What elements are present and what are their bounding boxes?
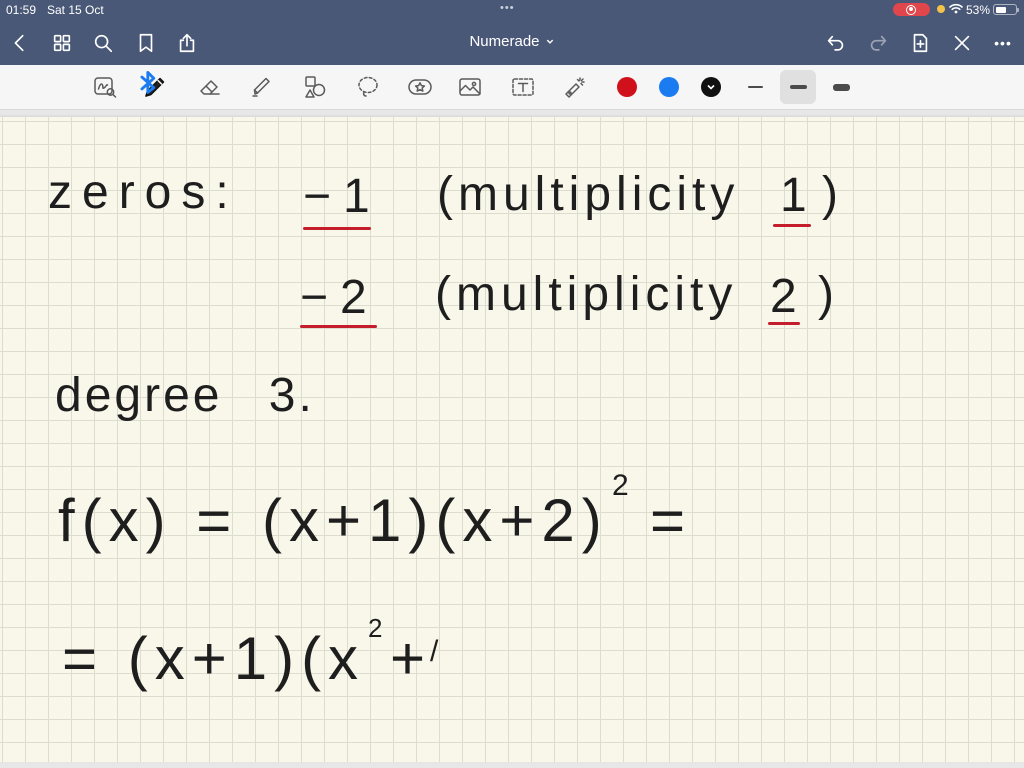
laser-pointer-tool[interactable] <box>558 70 592 104</box>
back-button[interactable] <box>5 28 35 58</box>
image-tool[interactable] <box>453 70 487 104</box>
stroke-thick-icon <box>832 83 850 91</box>
tool-bar <box>0 65 1024 110</box>
add-page-icon <box>913 33 928 53</box>
highlighter-tool[interactable] <box>245 70 279 104</box>
lasso-icon <box>358 76 378 97</box>
degree-text: degree 3. <box>55 369 315 422</box>
stroke-width-thick[interactable] <box>823 70 859 104</box>
bluetooth-icon <box>140 70 156 94</box>
redo-icon <box>870 35 887 51</box>
text-tool[interactable] <box>506 70 540 104</box>
status-date: Sat 15 Oct <box>47 3 104 17</box>
plus-sign: + <box>390 625 426 692</box>
red-underline <box>303 227 371 230</box>
red-underline <box>768 322 800 325</box>
multiplicity-value: 1 <box>780 169 807 222</box>
laser-pointer-icon <box>565 77 585 98</box>
red-underline <box>773 224 811 227</box>
status-time: 01:59 <box>6 3 37 17</box>
stroke-medium-icon <box>789 85 807 89</box>
expansion-expression: = (x+1)(x <box>62 625 366 692</box>
stroke-width-thin[interactable] <box>737 70 773 104</box>
multiplicity-label: (multiplicity <box>437 168 740 221</box>
exponent: 2 <box>368 613 383 643</box>
elements-icon <box>408 79 432 95</box>
zeros-label: zeros: <box>48 166 239 219</box>
screen-recording-indicator[interactable] <box>893 3 930 16</box>
closing-paren: ) <box>822 168 838 221</box>
share-button[interactable] <box>172 28 202 58</box>
search-button[interactable] <box>88 28 118 58</box>
battery-percent: 53% <box>966 3 991 17</box>
closing-paren: ) <box>818 268 834 321</box>
wifi-icon <box>949 3 963 14</box>
back-icon <box>14 34 24 52</box>
selected-check-icon <box>707 84 715 90</box>
color-blue-swatch[interactable] <box>659 77 679 97</box>
top-bar: 01:59 Sat 15 Oct ••• 53% Numerade ••• <box>0 0 1024 65</box>
close-toolbar-button[interactable] <box>947 28 977 58</box>
record-icon <box>906 4 916 15</box>
multitasking-dots[interactable]: ••• <box>500 2 515 14</box>
zoom-window-icon <box>94 77 117 98</box>
battery-fill <box>995 6 1006 13</box>
partial-stroke: / <box>430 635 439 668</box>
more-button[interactable]: ••• <box>988 28 1018 58</box>
document-title-dropdown[interactable]: Numerade <box>469 33 554 50</box>
shapes-icon <box>305 76 326 98</box>
zoom-window-tool[interactable] <box>88 70 122 104</box>
status-bar: 01:59 Sat 15 Oct ••• 53% <box>0 0 1024 18</box>
zero-value: −2 <box>300 271 379 324</box>
share-icon <box>179 33 195 53</box>
image-icon <box>459 78 481 96</box>
multiplicity-label: (multiplicity <box>435 268 738 321</box>
shapes-tool[interactable] <box>298 70 332 104</box>
chevron-down-icon <box>546 39 554 44</box>
undo-button[interactable] <box>821 28 851 58</box>
thumbnails-button[interactable] <box>47 28 77 58</box>
text-icon <box>512 78 534 96</box>
battery-icon <box>993 4 1019 15</box>
eraser-icon <box>200 80 220 95</box>
document-title: Numerade <box>469 33 540 50</box>
search-icon <box>94 34 113 53</box>
pen-tool[interactable] <box>138 70 172 104</box>
close-icon <box>954 35 970 51</box>
grid-icon <box>53 34 71 52</box>
multiplicity-value: 2 <box>770 270 797 323</box>
undo-icon <box>827 35 844 51</box>
redo-button[interactable] <box>863 28 893 58</box>
more-icon: ••• <box>994 35 1012 51</box>
lasso-tool[interactable] <box>351 70 385 104</box>
add-page-button[interactable] <box>905 28 935 58</box>
stroke-width-medium[interactable] <box>780 70 816 104</box>
bookmark-icon <box>139 33 153 53</box>
eraser-tool[interactable] <box>193 70 227 104</box>
bookmark-button[interactable] <box>131 28 161 58</box>
privacy-indicator-icon <box>937 5 945 13</box>
color-red-swatch[interactable] <box>617 77 637 97</box>
function-expression: f(x) = (x+1)(x+2) <box>58 487 609 554</box>
red-underline <box>300 325 377 328</box>
zero-value: −1 <box>303 170 382 223</box>
stroke-thin-icon <box>747 86 763 88</box>
highlighter-icon <box>252 77 270 97</box>
elements-tool[interactable] <box>403 70 437 104</box>
equals-sign: = <box>650 487 686 554</box>
exponent: 2 <box>612 469 629 502</box>
notes-app: 01:59 Sat 15 Oct ••• 53% Numerade ••• ze… <box>0 0 1024 768</box>
color-black-swatch[interactable] <box>701 77 721 97</box>
